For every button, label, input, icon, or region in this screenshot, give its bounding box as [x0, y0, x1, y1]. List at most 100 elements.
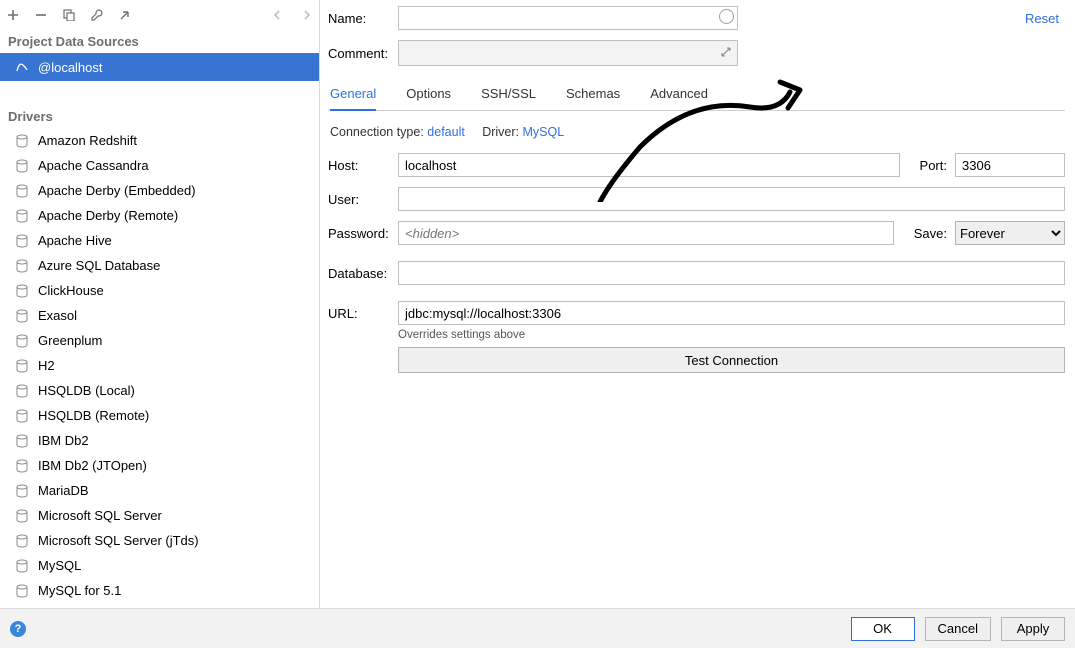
driver-label: Amazon Redshift: [38, 133, 137, 148]
driver-item[interactable]: HSQLDB (Remote): [0, 403, 319, 428]
name-label: Name:: [328, 11, 398, 26]
tab-advanced[interactable]: Advanced: [650, 80, 708, 111]
driver-item[interactable]: Exasol: [0, 303, 319, 328]
url-label: URL:: [328, 306, 398, 321]
driver-item[interactable]: MariaDB: [0, 478, 319, 503]
copy-icon[interactable]: [62, 8, 76, 22]
password-input[interactable]: [398, 221, 894, 245]
datasource-label: @localhost: [38, 60, 103, 75]
drivers-header: Drivers: [0, 105, 319, 128]
database-icon: [14, 333, 30, 349]
driver-item[interactable]: IBM Db2: [0, 428, 319, 453]
driver-label: Microsoft SQL Server: [38, 508, 162, 523]
driver-label: HSQLDB (Local): [38, 383, 135, 398]
url-input[interactable]: [398, 301, 1065, 325]
driver-label: Apache Derby (Embedded): [38, 183, 196, 198]
driver-label: H2: [38, 358, 55, 373]
database-icon: [14, 533, 30, 549]
driver-label: MySQL for 5.1: [38, 583, 121, 598]
save-label: Save:: [914, 226, 947, 241]
port-label: Port:: [920, 158, 947, 173]
driver-label: Greenplum: [38, 333, 102, 348]
connection-type-link[interactable]: default: [427, 125, 465, 139]
help-icon[interactable]: ?: [10, 621, 26, 637]
driver-item[interactable]: Greenplum: [0, 328, 319, 353]
left-toolbar: [0, 0, 319, 30]
user-label: User:: [328, 192, 398, 207]
driver-label: IBM Db2 (JTOpen): [38, 458, 147, 473]
database-icon: [14, 233, 30, 249]
mysql-icon: [14, 59, 30, 75]
port-input[interactable]: [955, 153, 1065, 177]
database-icon: [14, 183, 30, 199]
driver-item[interactable]: MySQL: [0, 553, 319, 578]
driver-label: Apache Derby (Remote): [38, 208, 178, 223]
tab-general[interactable]: General: [330, 80, 376, 111]
tab-options[interactable]: Options: [406, 80, 451, 111]
color-picker-icon[interactable]: [719, 9, 734, 24]
driver-label: Apache Cassandra: [38, 158, 149, 173]
database-icon: [14, 158, 30, 174]
driver-item[interactable]: Amazon Redshift: [0, 128, 319, 153]
url-hint: Overrides settings above: [398, 329, 1065, 341]
database-icon: [14, 308, 30, 324]
reset-link[interactable]: Reset: [1025, 11, 1065, 26]
host-label: Host:: [328, 158, 398, 173]
database-icon: [14, 483, 30, 499]
driver-item[interactable]: MySQL for 5.1: [0, 578, 319, 603]
driver-label: ClickHouse: [38, 283, 104, 298]
comment-label: Comment:: [328, 46, 398, 61]
database-icon: [14, 558, 30, 574]
database-icon: [14, 408, 30, 424]
driver-label: Apache Hive: [38, 233, 112, 248]
name-input[interactable]: [398, 6, 738, 30]
apply-button[interactable]: Apply: [1001, 617, 1065, 641]
remove-icon[interactable]: [34, 8, 48, 22]
wrench-icon[interactable]: [90, 8, 104, 22]
driver-link[interactable]: MySQL: [523, 125, 565, 139]
driver-item[interactable]: Apache Hive: [0, 228, 319, 253]
driver-item[interactable]: Apache Derby (Embedded): [0, 178, 319, 203]
back-icon[interactable]: [271, 8, 285, 22]
driver-item[interactable]: Apache Cassandra: [0, 153, 319, 178]
add-icon[interactable]: [6, 8, 20, 22]
host-input[interactable]: [398, 153, 900, 177]
driver-label: HSQLDB (Remote): [38, 408, 149, 423]
forward-icon[interactable]: [299, 8, 313, 22]
driver-label: MariaDB: [38, 483, 89, 498]
database-icon: [14, 283, 30, 299]
cancel-button[interactable]: Cancel: [925, 617, 991, 641]
driver-item[interactable]: Microsoft SQL Server: [0, 503, 319, 528]
password-label: Password:: [328, 226, 398, 241]
ok-button[interactable]: OK: [851, 617, 915, 641]
tab-schemas[interactable]: Schemas: [566, 80, 620, 111]
save-select[interactable]: Forever: [955, 221, 1065, 245]
database-icon: [14, 458, 30, 474]
driver-label: IBM Db2: [38, 433, 89, 448]
database-label: Database:: [328, 266, 398, 281]
database-icon: [14, 133, 30, 149]
goto-icon[interactable]: [118, 8, 132, 22]
database-icon: [14, 508, 30, 524]
driver-item[interactable]: ClickHouse: [0, 278, 319, 303]
datasource-item-localhost[interactable]: @localhost: [0, 53, 319, 81]
driver-item[interactable]: Microsoft SQL Server (jTds): [0, 528, 319, 553]
database-icon: [14, 358, 30, 374]
user-input[interactable]: [398, 187, 1065, 211]
driver-item[interactable]: Apache Derby (Remote): [0, 203, 319, 228]
driver-label: Driver:: [482, 125, 519, 139]
database-icon: [14, 208, 30, 224]
tab-ssh-ssl[interactable]: SSH/SSL: [481, 80, 536, 111]
driver-item[interactable]: IBM Db2 (JTOpen): [0, 453, 319, 478]
driver-item[interactable]: HSQLDB (Local): [0, 378, 319, 403]
expand-icon[interactable]: [718, 44, 734, 60]
driver-label: MySQL: [38, 558, 81, 573]
database-input[interactable]: [398, 261, 1065, 285]
driver-label: Microsoft SQL Server (jTds): [38, 533, 199, 548]
comment-input[interactable]: [398, 40, 738, 66]
database-icon: [14, 433, 30, 449]
driver-item[interactable]: H2: [0, 353, 319, 378]
database-icon: [14, 383, 30, 399]
test-connection-button[interactable]: Test Connection: [398, 347, 1065, 373]
driver-item[interactable]: Azure SQL Database: [0, 253, 319, 278]
